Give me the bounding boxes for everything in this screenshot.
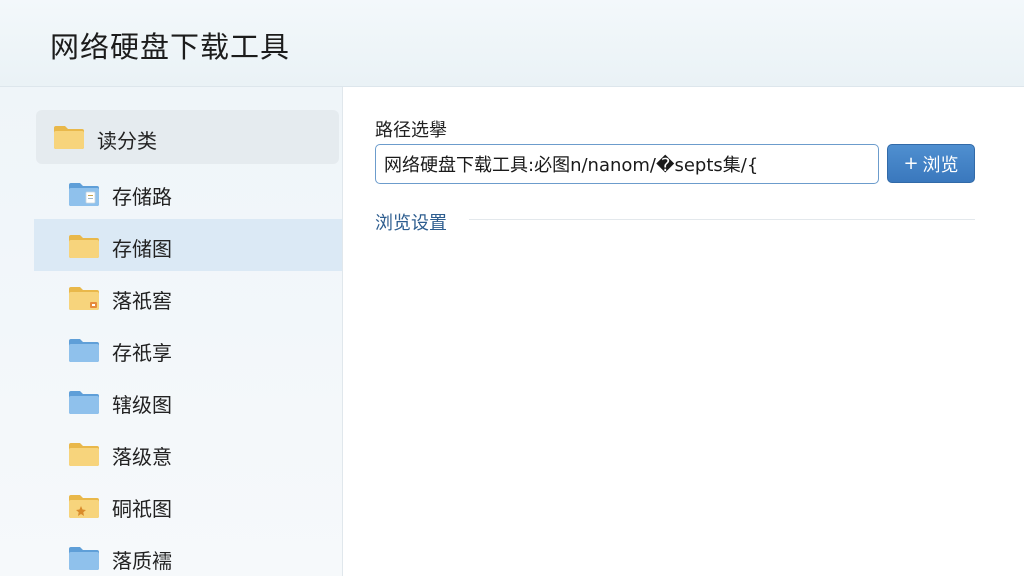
browse-settings-title: 浏览设置 [375, 213, 447, 234]
folder-blue-icon [68, 337, 100, 367]
sidebar-item-4[interactable]: 存祇享 [34, 323, 342, 375]
sidebar-item-6[interactable]: 落级意 [34, 427, 342, 479]
folder-icon [68, 233, 100, 263]
folder-blue-icon [68, 389, 100, 419]
folder-star-icon [68, 493, 100, 523]
sidebar-item-label: 落祇窖 [112, 289, 172, 313]
folder-icon [53, 124, 85, 154]
sidebar-item-7[interactable]: 硐祇图 [34, 479, 342, 531]
browse-button-label: 浏览 [922, 154, 959, 176]
sidebar: 读分类 存储路 存储图 落祇窖 存祇享 辖级图 落级意 硐祇图 落质襦 [0, 87, 343, 576]
sidebar-item-label: 存储路 [112, 185, 172, 209]
section-divider [469, 219, 975, 220]
sidebar-root-label: 读分类 [97, 129, 157, 153]
sidebar-item-label: 辖级图 [112, 393, 172, 417]
title-bar: 网络硬盘下载工具 [0, 0, 1024, 87]
sidebar-item-1[interactable]: 存储路 [34, 167, 342, 219]
sidebar-item-8[interactable]: 落质襦 [34, 531, 342, 576]
folder-icon [68, 441, 100, 471]
main-panel: 路径选擧 + 浏览 浏览设置 [343, 87, 1024, 576]
path-input[interactable] [375, 144, 879, 184]
sidebar-item-5[interactable]: 辖级图 [34, 375, 342, 427]
sidebar-item-label: 存祇享 [112, 341, 172, 365]
browse-button[interactable]: + 浏览 [887, 144, 975, 183]
sidebar-root-category[interactable]: 读分类 [36, 110, 339, 164]
sidebar-item-3[interactable]: 落祇窖 [34, 271, 342, 323]
folder-badge-icon [68, 285, 100, 315]
path-label: 路径选擧 [375, 120, 447, 141]
sidebar-item-label: 落级意 [112, 445, 172, 469]
sidebar-item-2-selected[interactable]: 存储图 [34, 219, 342, 271]
folder-blue-doc-icon [68, 181, 100, 211]
sidebar-item-label: 存储图 [112, 237, 172, 261]
folder-blue-icon [68, 545, 100, 575]
app-window: 网络硬盘下载工具 读分类 存储路 存储图 落祇窖 存祇享 辖级图 落级意 硐祇图… [0, 0, 1024, 576]
plus-icon: + [903, 152, 919, 174]
sidebar-item-label: 硐祇图 [112, 497, 172, 521]
app-title: 网络硬盘下载工具 [50, 30, 291, 64]
sidebar-item-label: 落质襦 [112, 549, 172, 573]
